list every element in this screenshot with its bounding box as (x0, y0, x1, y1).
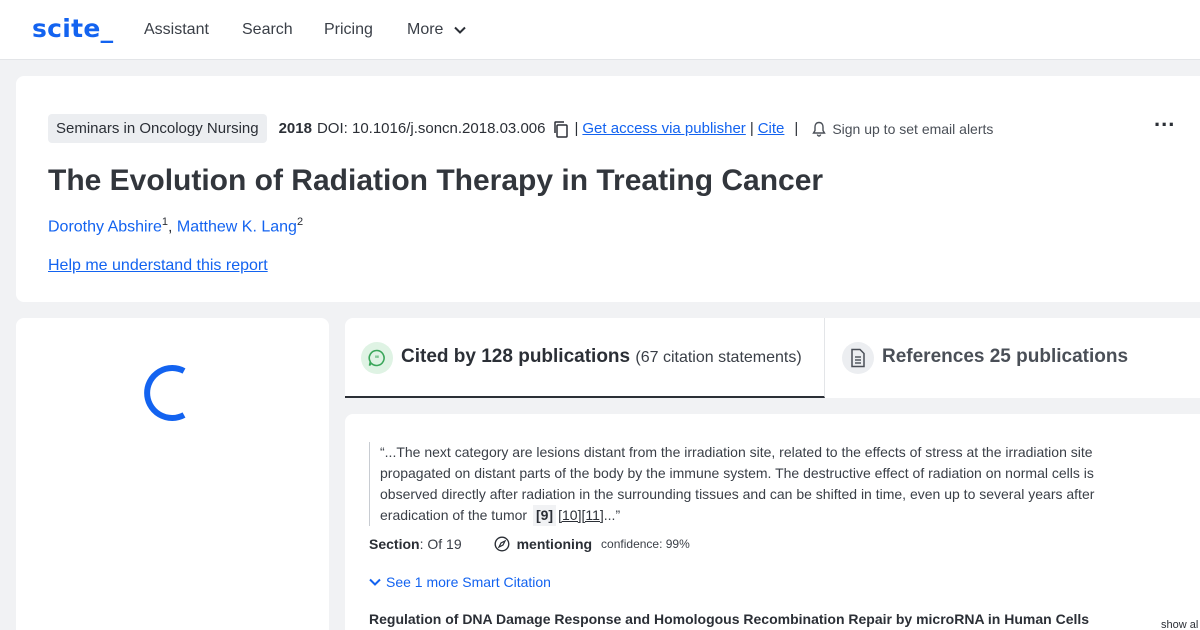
show-all-button[interactable]: show al (1161, 619, 1198, 630)
citation-content-card: “...The next category are lesions distan… (345, 414, 1200, 630)
get-access-link[interactable]: Get access via publisher (582, 120, 745, 137)
bell-icon[interactable] (812, 121, 827, 137)
author-affiliation: 2 (296, 216, 304, 228)
section-label: Section (369, 536, 420, 552)
nav-more-label: More (407, 21, 444, 39)
tab-cited-by[interactable]: " Cited by 128 publications (67 citation… (345, 318, 825, 398)
reference-links[interactable]: [10][11] (558, 507, 604, 523)
see-more-citations-button[interactable]: See 1 more Smart Citation (369, 574, 551, 590)
confidence-value: confidence: 99% (601, 537, 690, 551)
tab-references[interactable]: References 25 publications (826, 318, 1200, 398)
nav-more[interactable]: More (407, 21, 466, 39)
author-list: Dorothy Abshire1, Matthew K. Lang2 (48, 216, 303, 236)
more-options-button[interactable]: ... (1154, 106, 1175, 132)
publication-year: 2018 (278, 120, 312, 137)
citation-info-row: Section: Of 19 mentioning confidence: 99… (369, 536, 690, 552)
tab-cited-label: Cited by 128 publications (67 citation s… (401, 346, 802, 368)
meta-separator: | (794, 120, 799, 137)
left-panel (16, 318, 329, 630)
quote-end: ...” (603, 507, 621, 523)
chevron-down-icon (369, 578, 381, 586)
cite-link[interactable]: Cite (758, 120, 785, 137)
see-more-label: See 1 more Smart Citation (386, 574, 551, 590)
paper-title: The Evolution of Radiation Therapy in Tr… (48, 164, 824, 197)
paper-header-card: Seminars in Oncology Nursing 2018 DOI: 1… (16, 76, 1200, 302)
nav-assistant[interactable]: Assistant (144, 21, 209, 39)
citation-statements-count: (67 citation statements) (635, 349, 802, 366)
meta-separator: | (574, 120, 579, 137)
help-understand-link[interactable]: Help me understand this report (48, 257, 268, 275)
svg-text:": " (375, 355, 380, 365)
quote-text: “...The next category are lesions distan… (380, 444, 1095, 523)
citation-tabs: " Cited by 128 publications (67 citation… (345, 318, 1200, 398)
email-alerts-link[interactable]: Sign up to set email alerts (832, 121, 993, 137)
nav-pricing[interactable]: Pricing (324, 21, 373, 39)
cited-count: Cited by 128 publications (401, 346, 631, 367)
citing-publication-title[interactable]: Regulation of DNA Damage Response and Ho… (369, 611, 1089, 627)
top-navbar: scite_ Assistant Search Pricing More (0, 0, 1200, 60)
author-separator: , (167, 218, 177, 236)
highlighted-reference[interactable]: [9] (532, 505, 557, 526)
author-link[interactable]: Matthew K. Lang (177, 218, 297, 235)
journal-chip[interactable]: Seminars in Oncology Nursing (48, 114, 267, 143)
chat-quote-icon: " (361, 342, 393, 374)
document-icon (842, 342, 874, 374)
paper-meta-row: Seminars in Oncology Nursing 2018 DOI: 1… (48, 113, 993, 144)
copy-icon[interactable] (552, 120, 570, 138)
section-value: : Of 19 (419, 536, 462, 552)
scite-logo[interactable]: scite_ (32, 14, 113, 43)
nav-search[interactable]: Search (242, 21, 293, 39)
author-link[interactable]: Dorothy Abshire (48, 218, 162, 235)
loading-spinner-icon (140, 362, 202, 429)
compass-icon (494, 536, 510, 552)
doi-text: DOI: 10.1016/j.soncn.2018.03.006 (316, 120, 546, 137)
mention-label: mentioning (516, 536, 593, 552)
meta-separator: | (749, 120, 754, 137)
citation-quote: “...The next category are lesions distan… (369, 442, 1099, 526)
chevron-down-icon (454, 21, 466, 39)
references-count: References 25 publications (882, 346, 1129, 367)
